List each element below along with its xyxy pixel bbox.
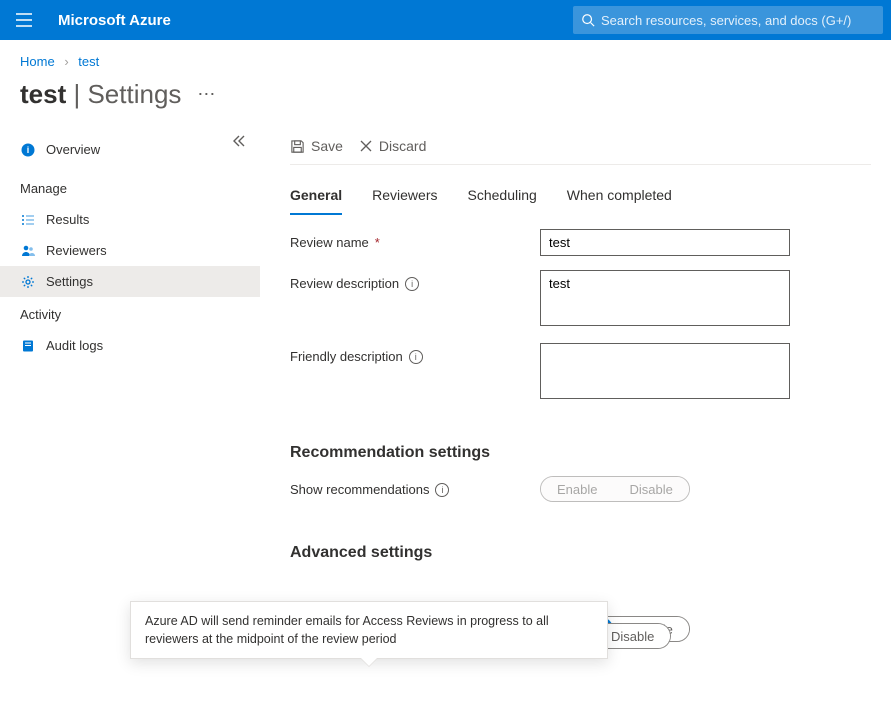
menu-toggle[interactable] — [0, 13, 48, 27]
review-name-label: Review name — [290, 235, 369, 250]
info-icon: i — [20, 143, 36, 157]
page-title-sub: Settings — [87, 79, 181, 109]
required-asterisk: * — [375, 235, 380, 250]
page-title: test | Settings — [20, 79, 181, 110]
info-icon[interactable]: i — [435, 483, 449, 497]
collapse-sidebar-button[interactable] — [232, 134, 246, 151]
toggle-disable: Disable — [613, 477, 688, 501]
friendly-description-label: Friendly description — [290, 349, 403, 364]
sidebar-item-label: Overview — [46, 142, 100, 157]
global-search[interactable] — [573, 6, 883, 34]
more-actions-button[interactable]: ⋯ — [193, 84, 219, 105]
row-review-description: Review description i test — [290, 256, 871, 329]
toolbar: Save Discard — [290, 130, 871, 165]
save-label: Save — [311, 138, 343, 154]
chevron-double-left-icon — [232, 134, 246, 148]
top-bar: Microsoft Azure — [0, 0, 891, 40]
page-title-sep: | — [66, 79, 87, 109]
save-icon — [290, 139, 305, 154]
discard-button[interactable]: Discard — [359, 138, 426, 154]
sidebar: i Overview Manage Results Reviewers Sett… — [0, 130, 260, 682]
friendly-description-input[interactable] — [540, 343, 790, 399]
tab-when-completed[interactable]: When completed — [567, 181, 672, 215]
show-recommendations-label: Show recommendations — [290, 482, 429, 497]
sidebar-item-label: Settings — [46, 274, 93, 289]
breadcrumb: Home › test — [0, 40, 891, 77]
sidebar-item-settings[interactable]: Settings — [0, 266, 260, 297]
review-description-label: Review description — [290, 276, 399, 291]
review-description-input[interactable]: test — [540, 270, 790, 326]
advanced-heading: Advanced settings — [290, 544, 871, 562]
sidebar-item-reviewers[interactable]: Reviewers — [0, 235, 260, 266]
tabs: General Reviewers Scheduling When comple… — [290, 165, 871, 215]
sidebar-item-overview[interactable]: i Overview — [0, 134, 260, 165]
breadcrumb-separator: › — [58, 54, 74, 69]
tab-general[interactable]: General — [290, 181, 342, 215]
hamburger-icon — [16, 13, 32, 27]
sidebar-item-label: Results — [46, 212, 89, 227]
recommendation-heading: Recommendation settings — [290, 444, 871, 462]
list-icon — [20, 213, 36, 227]
discard-label: Discard — [379, 138, 426, 154]
sidebar-item-audit-logs[interactable]: Audit logs — [0, 330, 260, 361]
sidebar-item-results[interactable]: Results — [0, 204, 260, 235]
info-icon[interactable]: i — [405, 277, 419, 291]
brand-label: Microsoft Azure — [48, 12, 171, 29]
book-icon — [20, 339, 36, 353]
close-icon — [359, 139, 373, 153]
people-icon — [20, 244, 36, 258]
row-show-recommendations: Show recommendations i Enable Disable — [290, 462, 871, 502]
sidebar-heading-activity: Activity — [0, 297, 260, 330]
review-name-input[interactable] — [540, 229, 790, 256]
reminders-tooltip: Azure AD will send reminder emails for A… — [130, 601, 608, 659]
toggle-enable: Enable — [541, 477, 613, 501]
save-button[interactable]: Save — [290, 138, 343, 154]
main-panel: Save Discard General Reviewers Schedulin… — [260, 130, 891, 682]
svg-text:i: i — [27, 145, 30, 155]
breadcrumb-current[interactable]: test — [78, 54, 99, 69]
breadcrumb-home[interactable]: Home — [20, 54, 55, 69]
tab-scheduling[interactable]: Scheduling — [468, 181, 537, 215]
page-title-row: test | Settings ⋯ — [0, 77, 891, 130]
show-recommendations-toggle: Enable Disable — [540, 476, 690, 502]
search-input[interactable] — [601, 13, 875, 28]
sidebar-heading-manage: Manage — [0, 171, 260, 204]
tab-reviewers[interactable]: Reviewers — [372, 181, 437, 215]
gear-icon — [20, 275, 36, 289]
row-friendly-description: Friendly description i — [290, 329, 871, 402]
search-icon — [581, 13, 595, 27]
sidebar-item-label: Reviewers — [46, 243, 107, 258]
tooltip-text: Azure AD will send reminder emails for A… — [145, 614, 549, 646]
row-review-name: Review name * — [290, 215, 871, 256]
sidebar-item-label: Audit logs — [46, 338, 103, 353]
page-title-main: test — [20, 79, 66, 109]
info-icon[interactable]: i — [409, 350, 423, 364]
